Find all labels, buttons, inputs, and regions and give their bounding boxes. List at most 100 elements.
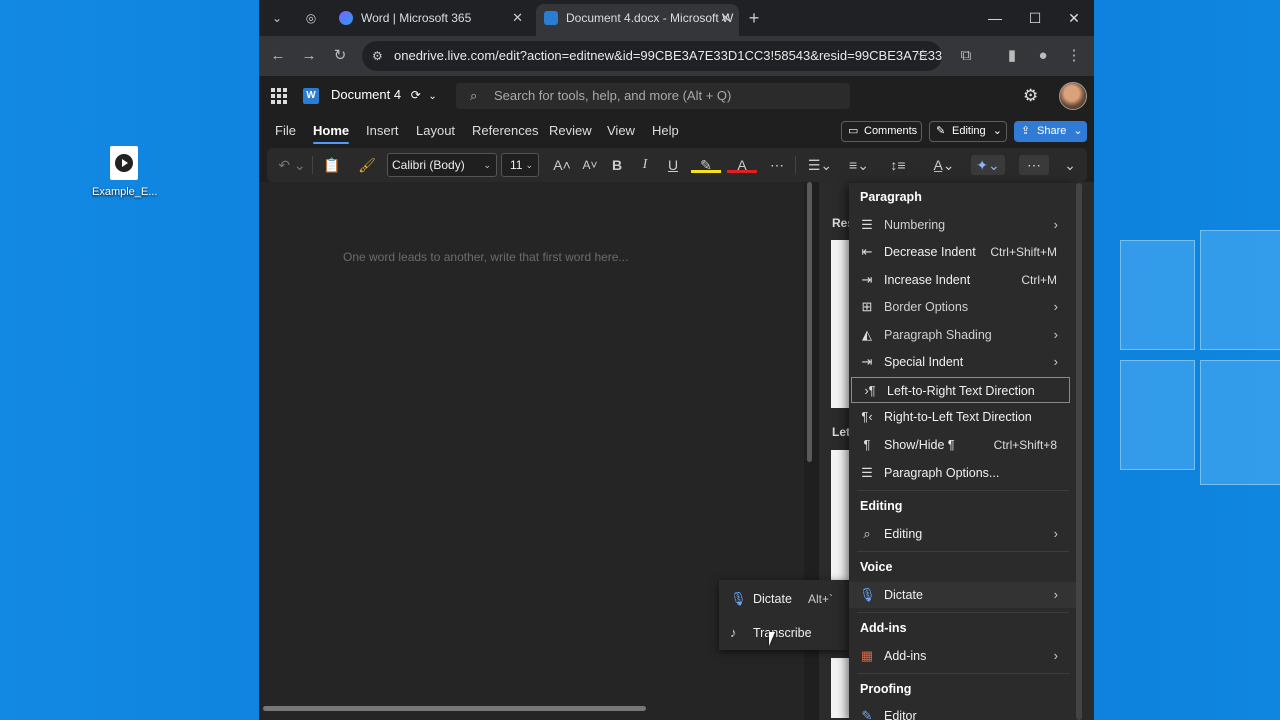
browser-menu-icon[interactable]: ⋮ — [1062, 44, 1086, 68]
align-icon[interactable]: ≡⌄ — [842, 155, 876, 175]
menu-scrollbar[interactable] — [1076, 183, 1082, 720]
shrink-font-icon[interactable]: A˅ — [579, 155, 601, 175]
designer-icon[interactable]: ✦⌄ — [971, 155, 1005, 175]
bookmark-star-icon[interactable]: ☆ — [911, 44, 935, 68]
transcribe-icon: ♪ — [730, 625, 737, 640]
avatar[interactable] — [1059, 82, 1087, 110]
settings-gear-icon[interactable]: ⚙ — [1023, 86, 1038, 106]
paragraph-shading-label: Paragraph Shading — [884, 328, 992, 342]
search-box[interactable]: ⌕ Search for tools, help, and more (Alt … — [456, 83, 850, 109]
comment-icon: ▭ — [848, 125, 859, 137]
close-tab-icon[interactable]: ✕ — [720, 4, 731, 32]
editor-item[interactable]: ✎ Editor — [849, 703, 1076, 720]
template-thumbnail[interactable] — [831, 240, 851, 408]
editing-mode-button[interactable]: ✎ Editing ⌄ — [929, 121, 1007, 142]
editing-item[interactable]: ⌕ Editing › — [849, 521, 1076, 547]
chevron-down-icon: ⌄ — [992, 125, 1002, 137]
tab-document4[interactable]: Document 4.docx - Microsoft W ✕ — [536, 4, 739, 36]
reload-icon[interactable]: ↻ — [328, 44, 352, 68]
paragraph-shading-item[interactable]: ◭ Paragraph Shading › — [849, 322, 1076, 348]
template-thumbnail[interactable] — [831, 658, 851, 718]
site-info-icon[interactable]: ⚙ — [372, 49, 386, 63]
mouse-cursor — [769, 632, 775, 646]
font-color-icon[interactable]: A — [727, 155, 757, 173]
tab-home[interactable]: Home — [313, 123, 350, 144]
close-window-icon[interactable]: ✕ — [1054, 6, 1094, 30]
editing-header: Editing — [860, 499, 903, 513]
special-indent-item[interactable]: ⇥ Special Indent › — [849, 349, 1076, 375]
underline-icon[interactable]: U — [663, 155, 683, 175]
more-font-options-icon[interactable]: ⋯ — [767, 155, 787, 175]
chevron-down-icon: ⌄ — [428, 91, 437, 102]
collapse-ribbon-icon[interactable]: ⌄ — [1060, 155, 1080, 175]
document-name: Document 4 — [331, 87, 402, 102]
globe-icon[interactable]: ◎ — [298, 6, 324, 30]
tab-help[interactable]: Help — [652, 123, 679, 138]
bold-icon[interactable]: B — [607, 155, 627, 175]
italic-icon[interactable]: I — [635, 155, 655, 175]
increase-indent-item[interactable]: ⇥ Increase Indent Ctrl+M — [849, 267, 1076, 293]
profile-icon[interactable]: ● — [1031, 44, 1055, 68]
desktop-file-icon[interactable]: Example_E... — [92, 146, 158, 198]
chevron-down-icon: ⌄ — [483, 160, 491, 170]
addins-icon: ▦ — [860, 648, 874, 663]
dictate-menu-item[interactable]: 🎙 Dictate Alt+` — [719, 584, 849, 614]
transcribe-menu-item[interactable]: ♪ Transcribe — [719, 618, 849, 648]
search-icon: ⌕ — [470, 88, 478, 103]
tab-layout[interactable]: Layout — [416, 123, 455, 138]
maximize-icon[interactable]: ☐ — [1015, 6, 1055, 30]
document-title[interactable]: Document 4 ⟳ ⌄ — [331, 87, 437, 102]
close-tab-icon[interactable]: ✕ — [512, 4, 523, 32]
decrease-indent-item[interactable]: ⇤ Decrease Indent Ctrl+Shift+M — [849, 239, 1076, 265]
font-size-select[interactable]: 11 ⌄ — [501, 153, 539, 177]
windows-logo — [1100, 200, 1280, 520]
tab-references[interactable]: References — [472, 123, 538, 138]
app-launcher-icon[interactable] — [271, 88, 287, 104]
share-button[interactable]: ⇪ Share ⌄ — [1014, 121, 1087, 142]
dictate-item[interactable]: 🎙 Dictate › — [849, 582, 1076, 608]
extensions-icon[interactable]: ⧉ — [954, 44, 978, 68]
tab-view[interactable]: View — [607, 123, 635, 138]
format-painter-icon[interactable]: 🖌 — [357, 155, 377, 175]
numbering-item[interactable]: ☰ Numbering › — [849, 212, 1076, 238]
highlight-icon[interactable]: ✎ — [691, 155, 721, 173]
tab-insert[interactable]: Insert — [366, 123, 399, 138]
font-name-select[interactable]: Calibri (Body) ⌄ — [387, 153, 497, 177]
comments-button[interactable]: ▭ Comments — [841, 121, 922, 142]
word-tab-icon — [544, 11, 558, 25]
border-icon: ⊞ — [861, 299, 873, 314]
tab-word-m365[interactable]: Word | Microsoft 365 ✕ — [331, 4, 531, 36]
tab-bar: ⌄ ◎ Word | Microsoft 365 ✕ Document 4.do… — [259, 0, 1094, 36]
url-input[interactable]: ⚙ onedrive.live.com/edit?action=editnew&… — [362, 41, 942, 71]
addins-item[interactable]: ▦ Add-ins › — [849, 643, 1076, 669]
new-tab-icon[interactable]: + — [741, 6, 767, 30]
rtl-direction-item[interactable]: ¶‹ Right-to-Left Text Direction — [849, 404, 1076, 430]
template-thumbnail[interactable] — [831, 450, 851, 580]
editing-item-label: Editing — [884, 527, 923, 541]
vertical-scrollbar[interactable] — [807, 182, 812, 462]
back-icon[interactable]: ← — [266, 44, 290, 68]
paragraph-options-icon: ☰ — [861, 465, 873, 480]
sidepanel-icon[interactable]: ▮ — [1000, 44, 1024, 68]
word-logo-icon: W — [303, 88, 319, 104]
styles-icon[interactable]: A̲⌄ — [927, 155, 961, 175]
ltr-icon: ›¶ — [864, 383, 876, 398]
grow-font-icon[interactable]: A˄ — [551, 155, 573, 175]
border-options-item[interactable]: ⊞ Border Options › — [849, 294, 1076, 320]
more-options-icon[interactable]: ⋯ — [1019, 155, 1049, 175]
paragraph-options-item[interactable]: ☰ Paragraph Options... — [849, 460, 1076, 486]
share-label: Share — [1037, 125, 1067, 137]
bullets-icon[interactable]: ☰⌄ — [803, 155, 837, 175]
ltr-direction-item[interactable]: ›¶ Left-to-Right Text Direction — [851, 377, 1070, 403]
minimize-icon[interactable]: — — [975, 6, 1015, 30]
tab-review[interactable]: Review — [549, 123, 592, 138]
tab-search-chevron-icon[interactable]: ⌄ — [264, 6, 290, 30]
undo-icon[interactable]: ↶ ⌄ — [277, 155, 307, 175]
line-spacing-icon[interactable]: ↕≡ — [881, 155, 915, 175]
horizontal-scrollbar[interactable] — [263, 706, 646, 711]
show-hide-item[interactable]: ¶ Show/Hide ¶ Ctrl+Shift+8 — [849, 432, 1076, 458]
clipboard-icon[interactable]: 📋 — [317, 155, 347, 175]
desktop-file-label: Example_E... — [92, 186, 158, 198]
tab-file[interactable]: File — [275, 123, 296, 138]
forward-icon[interactable]: → — [297, 44, 321, 68]
